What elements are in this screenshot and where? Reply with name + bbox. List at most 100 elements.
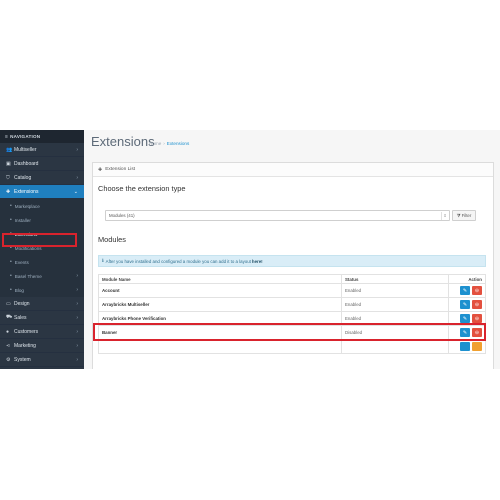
edit-button[interactable]: ✎	[460, 300, 470, 309]
panel-header: ✚ Extension List	[93, 163, 493, 177]
sidebar-item-marketing[interactable]: ⋖ Marketing ›	[0, 339, 84, 353]
bullet-icon: •	[10, 217, 12, 223]
sidebar-subitem-basel-theme[interactable]: • Basel Theme ›	[0, 269, 84, 283]
gear-icon: ⚙	[6, 356, 11, 363]
select-arrows-icon: ⇕	[441, 212, 448, 220]
sidebar-subitem-installer[interactable]: • Installer	[0, 213, 84, 227]
sidebar-item-label: Extensions	[14, 188, 39, 195]
bullet-icon: •	[10, 259, 12, 265]
dashboard-icon: ▣	[6, 160, 11, 167]
sidebar-item-design[interactable]: ▭ Design ›	[0, 297, 84, 311]
sidebar-subitem-label: Blog	[14, 287, 24, 293]
module-name: Account	[98, 283, 342, 298]
extension-type-select[interactable]: Modules (41) ⇕	[105, 210, 450, 221]
sidebar-subitem-blog[interactable]: • Blog ›	[0, 283, 84, 297]
modules-title: Modules	[98, 235, 126, 244]
share-icon: ⋖	[6, 342, 11, 349]
module-status: Enabled	[341, 297, 449, 312]
info-alert: ℹ After you have installed and configure…	[98, 255, 486, 267]
minus-circle-icon: ⊖	[474, 287, 480, 294]
sidebar-item-label: Design	[14, 300, 30, 307]
modules-table: Module Name Status Action Account Enable…	[98, 274, 486, 354]
sidebar-subitem-marketplace[interactable]: • Marketplace	[0, 199, 84, 213]
select-value: Modules (41)	[109, 213, 135, 218]
column-header-status: Status	[341, 274, 449, 284]
sidebar-item-system[interactable]: ⚙ System ›	[0, 353, 84, 367]
breadcrumb-current[interactable]: Extensions	[167, 141, 189, 146]
highlight-box-phone-verification	[93, 323, 486, 341]
chevron-right-icon: ›	[76, 328, 78, 335]
module-status	[341, 339, 449, 354]
uninstall-button[interactable]: ⊖	[472, 286, 482, 295]
nav-header-label: NAVIGATION	[10, 134, 41, 139]
sidebar-item-sales[interactable]: ⛟ Sales ›	[0, 311, 84, 325]
puzzle-icon: ✚	[6, 188, 11, 195]
action-cell	[448, 339, 486, 354]
chevron-right-icon: ›	[76, 287, 78, 293]
breadcrumb-separator: ›	[163, 141, 165, 146]
pencil-icon: ✎	[462, 287, 468, 294]
sidebar-subitem-label: Marketplace	[14, 203, 40, 209]
panel-title: Extension List	[105, 167, 136, 172]
chevron-right-icon: ›	[76, 342, 78, 349]
bullet-icon: •	[10, 273, 12, 279]
puzzle-icon: ✚	[98, 166, 103, 173]
module-name: Arraybricks Multiseller	[98, 297, 342, 312]
filter-button[interactable]: ⧩ Filter	[452, 210, 476, 221]
chevron-right-icon: ›	[76, 314, 78, 321]
sidebar-item-extensions[interactable]: ✚ Extensions ⌄	[0, 185, 84, 199]
sidebar-item-label: Multiseller	[14, 146, 37, 153]
alert-text: After you have installed and configured …	[105, 258, 251, 264]
pencil-icon: ✎	[462, 315, 468, 322]
chevron-down-icon: ⌄	[73, 188, 78, 195]
choose-type-title: Choose the extension type	[98, 184, 186, 193]
minus-circle-icon: ⊖	[474, 301, 480, 308]
nav-header: ≡ NAVIGATION	[0, 130, 84, 143]
sidebar-item-label: Sales	[14, 314, 27, 321]
chevron-right-icon: ›	[76, 273, 78, 279]
sidebar-item-catalog[interactable]: ⛉ Catalog ›	[0, 171, 84, 185]
sidebar-item-label: System	[14, 356, 31, 363]
user-icon: ●	[6, 328, 10, 335]
action-cell: ✎ ⊖	[448, 283, 486, 298]
page-title: Extensions	[91, 134, 155, 149]
uninstall-button[interactable]: ⊖	[472, 314, 482, 323]
users-icon: 👥	[6, 146, 13, 153]
table-header-row: Module Name Status Action	[98, 274, 486, 284]
uninstall-button[interactable]: ⊖	[472, 300, 482, 309]
module-name	[98, 339, 342, 354]
sidebar-subitem-label: Basel Theme	[14, 273, 42, 279]
highlight-box-extensions	[2, 233, 77, 247]
sidebar: ≡ NAVIGATION 👥 Multiseller › ▣ Dashboard…	[0, 130, 84, 369]
sidebar-item-dashboard[interactable]: ▣ Dashboard	[0, 157, 84, 171]
alert-link[interactable]: here!	[252, 259, 263, 264]
filter-label: Filter	[461, 213, 472, 218]
module-status: Enabled	[341, 283, 449, 298]
sidebar-item-label: Customers	[14, 328, 39, 335]
bullet-icon: •	[10, 287, 12, 293]
sidebar-item-label: Dashboard	[14, 160, 39, 167]
pencil-icon: ✎	[462, 301, 468, 308]
table-row: Account Enabled ✎ ⊖	[98, 283, 486, 298]
filter-icon: ⧩	[456, 213, 461, 218]
sidebar-item-label: Marketing	[14, 342, 36, 349]
breadcrumb: Home › Extensions	[149, 141, 189, 146]
sidebar-subitem-events[interactable]: • Events	[0, 255, 84, 269]
minus-circle-icon: ⊖	[474, 315, 480, 322]
sidebar-item-customers[interactable]: ● Customers ›	[0, 325, 84, 339]
install-button[interactable]	[472, 342, 482, 351]
sidebar-subitem-label: Installer	[14, 217, 31, 223]
info-icon: ℹ	[102, 258, 104, 263]
edit-button[interactable]: ✎	[460, 286, 470, 295]
chevron-right-icon: ›	[76, 146, 78, 153]
sidebar-item-multiseller[interactable]: 👥 Multiseller ›	[0, 143, 84, 157]
cart-icon: ⛟	[6, 314, 13, 320]
column-header-name: Module Name	[98, 274, 342, 284]
edit-button[interactable]: ✎	[460, 314, 470, 323]
table-row: Arraybricks Multiseller Enabled ✎ ⊖	[98, 297, 486, 312]
breadcrumb-home[interactable]: Home	[149, 141, 161, 146]
edit-button[interactable]	[460, 342, 470, 351]
tag-icon: ⛉	[6, 174, 10, 181]
bullet-icon: •	[10, 203, 12, 209]
chevron-right-icon: ›	[76, 356, 78, 363]
